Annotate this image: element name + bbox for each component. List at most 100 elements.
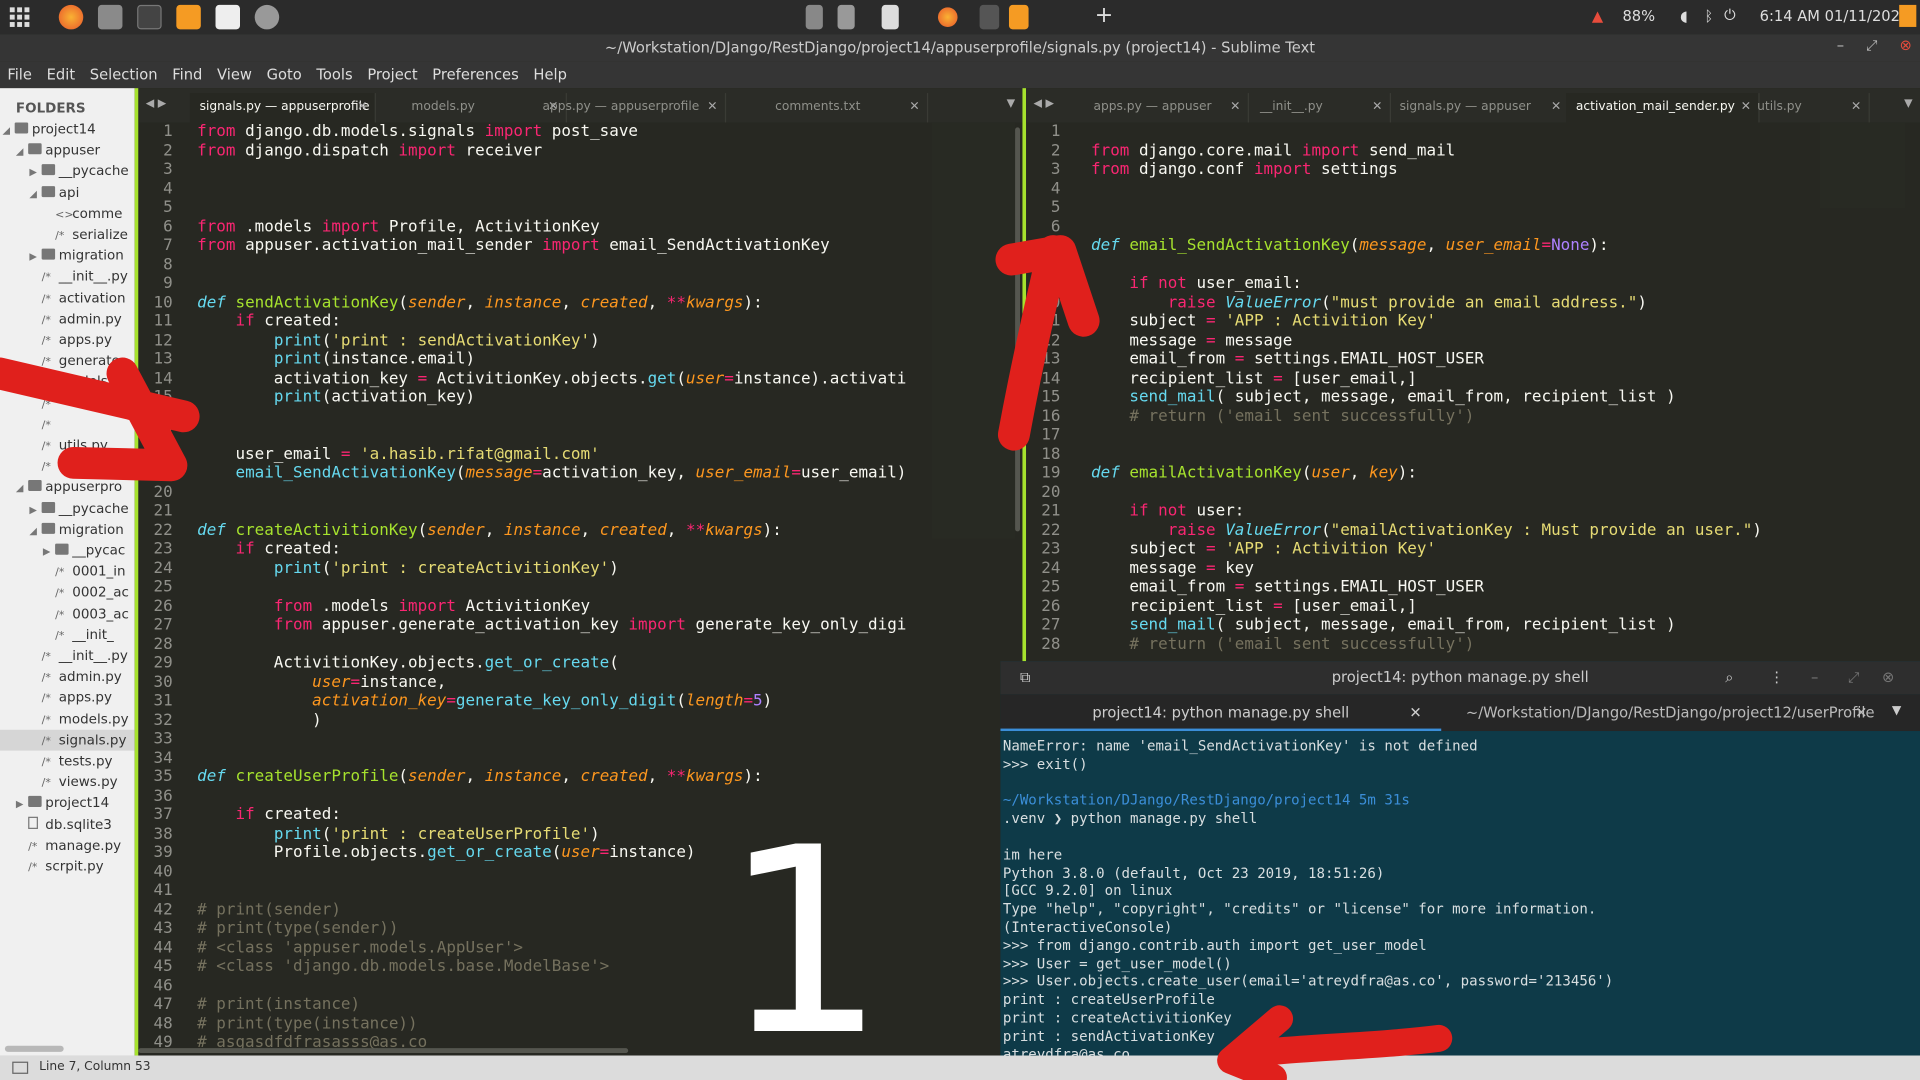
sidebar-item[interactable]: /* __init__.py [0,266,135,287]
terminal-search-icon[interactable]: ⌕ [1725,661,1733,694]
sidebar-item[interactable]: ▶ migration [0,245,135,266]
code-line[interactable]: print('print : createActivitionKey') [197,559,619,577]
tab-close-icon[interactable]: ✕ [909,93,919,122]
code-line[interactable]: # <class 'appuser.models.AppUser'> [197,939,523,957]
chevron-down-icon[interactable]: ◢ [16,478,28,499]
code-line[interactable]: # print(type(instance)) [197,1014,417,1032]
task-sublime-icon[interactable] [1008,4,1029,30]
right-minimap[interactable] [1819,122,1906,209]
menu-preferences[interactable]: Preferences [425,61,526,88]
code-line[interactable]: print('print : sendActivationKey') [197,331,600,349]
sidebar-item[interactable]: /* [0,414,135,435]
tab-close-icon[interactable]: ✕ [707,93,717,122]
chevron-down-icon[interactable]: ◢ [29,520,41,541]
code-line[interactable]: if created: [197,806,340,824]
sidebar-item[interactable]: /* scrpit.py [0,856,135,877]
tab[interactable]: utils.py ✕ [1747,93,1870,123]
chevron-down-icon[interactable]: ◢ [29,183,41,204]
chevron-right-icon[interactable]: ▶ [29,499,41,520]
chevron-right-icon[interactable]: ▶ [43,541,55,562]
code-line[interactable]: print(instance.email) [197,350,475,368]
menu-selection[interactable]: Selection [82,61,164,88]
volume-icon[interactable]: ◖ [1680,7,1688,24]
sidebar-item[interactable]: ◢ migration [0,519,135,540]
tab[interactable]: __init__.py ✕ [1250,93,1392,123]
tab[interactable]: comments.txt ✕ [765,93,929,123]
task-firefox-icon[interactable] [937,7,958,27]
sidebar-item[interactable]: ▶ project14 [0,793,135,814]
sidebar-item[interactable]: ▶ __pycache [0,498,135,519]
tab[interactable]: apps.py — appuserprofile ✕ [533,93,727,123]
code-line[interactable]: send_mail( subject, message, email_from,… [1091,388,1675,406]
chevron-right-icon[interactable]: ▶ [29,246,41,267]
sidebar-item[interactable]: /* 0002_ac [0,582,135,603]
sidebar-item[interactable]: /* models.py [0,708,135,729]
sidebar-item[interactable]: /* generate_ [0,350,135,371]
tab-list-icon[interactable]: ▼ [1007,98,1015,110]
sidebar-item[interactable]: ▶ __pycache [0,161,135,182]
code-line[interactable]: # print(instance) [197,996,360,1014]
code-line[interactable]: # <class 'django.db.models.base.ModelBas… [197,958,609,976]
code-line[interactable]: subject = 'APP : Activition Key' [1091,540,1436,558]
code-line[interactable]: recipient_list = [user_email,] [1091,369,1417,387]
power-icon[interactable]: ⏻ [1724,6,1736,24]
code-line[interactable]: message = key [1091,559,1254,577]
code-line[interactable]: from .models import Profile, ActivitionK… [197,217,600,235]
code-line[interactable]: from django.conf import settings [1091,160,1398,178]
sidebar-item[interactable]: ◢ appuser [0,140,135,161]
menu-edit[interactable]: Edit [39,61,82,88]
terminal-tab-active[interactable]: project14: python manage.py shell ✕ [1000,694,1442,732]
close-icon[interactable]: ⊗ [1900,37,1912,54]
terminal-icon[interactable] [137,4,162,30]
code-line[interactable]: email_from = settings.EMAIL_HOST_USER [1091,578,1484,596]
sidebar-item[interactable]: ◢ project14 [0,119,135,140]
clock[interactable]: 6:14 AM 01/11/2020 [1760,7,1910,24]
code-line[interactable]: def createActivitionKey(sender, instance… [197,521,782,539]
code-line[interactable]: def sendActivationKey(sender, instance, … [197,293,763,311]
bluetooth-icon[interactable]: ᛒ [1704,7,1713,24]
code-line[interactable]: ActivitionKey.objects.get_or_create( [197,654,619,672]
code-line[interactable]: raise ValueError("must provide an email … [1091,293,1647,311]
tab-close-icon[interactable]: ✕ [357,93,367,122]
file-manager-icon[interactable] [97,4,123,30]
database-icon[interactable] [254,4,280,30]
code-line[interactable]: send_mail( subject, message, email_from,… [1091,616,1675,634]
code-line[interactable]: def emailActivationKey(user, key): [1091,464,1417,482]
tab[interactable]: activation_mail_sender.py ✕ [1566,93,1760,123]
screenshot-icon[interactable] [215,4,240,30]
terminal-pin-icon[interactable]: ⧉ [1020,661,1031,694]
terminal-tab2-close-icon[interactable]: ✕ [1855,694,1867,731]
code-line[interactable]: from appuser.generate_activation_key imp… [197,616,907,634]
app-grid-icon[interactable] [9,7,30,27]
sidebar-item[interactable]: /* [0,456,135,477]
sidebar-item[interactable]: /* admin.py [0,308,135,329]
sidebar-item[interactable]: /* manage.py [0,835,135,856]
chevron-right-icon[interactable]: ▶ [29,162,41,183]
code-line[interactable]: message = message [1091,331,1292,349]
code-line[interactable]: user=instance, [197,673,446,691]
sidebar-item[interactable]: /* tests.py [0,751,135,772]
chevron-right-icon[interactable]: ▶ [16,794,28,815]
code-line[interactable]: activation_key=generate_key_only_digit(l… [197,692,772,710]
code-line[interactable]: def createUserProfile(sender, instance, … [197,768,763,786]
task-document-icon[interactable] [881,4,899,30]
sidebar-item[interactable]: /* signals.py [0,729,135,751]
code-line[interactable]: if created: [197,312,340,330]
minimize-icon[interactable]: – [1837,37,1844,54]
menu-find[interactable]: Find [165,61,210,88]
tab-list-icon[interactable]: ▼ [1904,98,1912,110]
sidebar-item[interactable]: ◢ appuserpro [0,477,135,498]
code-line[interactable]: # return ('email sent successfully') [1091,635,1474,653]
code-line[interactable]: print(activation_key) [197,388,475,406]
sidebar-item[interactable]: /* 0001_in [0,561,135,582]
tab-nav-icon[interactable]: ◀ ▶ [146,98,166,110]
code-line[interactable]: if not user_email: [1091,274,1302,292]
code-line[interactable]: activation_key = ActivitionKey.objects.g… [197,369,907,387]
tab[interactable]: signals.py — appuserprofile ✕ [189,93,376,123]
terminal-menu-icon[interactable]: ⋮ [1769,661,1784,694]
code-line[interactable]: from appuser.activation_mail_sender impo… [197,236,830,254]
sidebar-item[interactable]: /* admin.py [0,666,135,687]
code-line[interactable]: # print(type(sender)) [197,920,398,938]
terminal-tab-close-icon[interactable]: ✕ [1409,694,1421,731]
terminal-minimize-icon[interactable]: – [1811,661,1818,694]
